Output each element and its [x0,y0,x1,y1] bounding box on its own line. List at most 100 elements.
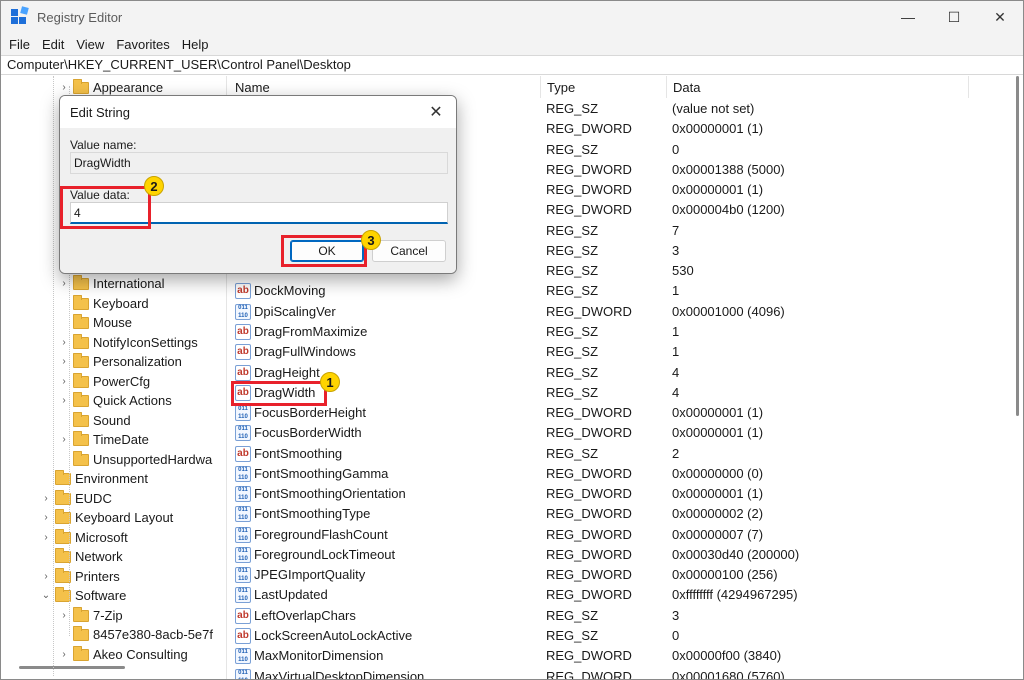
registry-value-row[interactable]: 011 110 MaxMonitorDimension REG_DWORD 0x0000… [229,646,1023,666]
tree-item[interactable]: › International [59,274,165,293]
window-controls: — ☐ ✕ [885,1,1023,33]
tree-item[interactable]: › EUDC [41,489,112,508]
chevron-right-icon[interactable]: › [59,278,69,289]
value-data: 0 [672,628,680,644]
value-type: REG_DWORD [546,648,632,664]
value-type: REG_SZ [546,445,599,461]
close-button[interactable]: ✕ [977,1,1023,33]
chevron-right-icon[interactable]: › [59,434,69,445]
dialog-close-button[interactable]: ✕ [416,96,456,128]
maximize-button[interactable]: ☐ [931,1,977,33]
chevron-right-icon[interactable]: › [41,532,51,543]
menu-edit[interactable]: Edit [38,37,68,52]
registry-value-row[interactable]: 011 110 LastUpdated REG_DWORD 0xffffffff (42… [229,585,1023,605]
chevron-right-icon[interactable]: › [41,493,51,504]
value-data: 0x00000000 (0) [672,465,764,481]
registry-editor-window: Registry Editor — ☐ ✕ File Edit View Fav… [0,0,1024,680]
tree-item[interactable]: › Akeo Consulting [59,645,188,664]
registry-value-row[interactable]: ab LockScreenAutoLockActive REG_SZ 0 [229,626,1023,646]
chevron-right-icon[interactable]: › [59,82,69,93]
menu-help[interactable]: Help [178,37,213,52]
value-data: 2 [672,445,680,461]
registry-value-row[interactable]: 011 110 ForegroundFlashCount REG_DWORD 0x000… [229,525,1023,545]
tree-item[interactable]: › NotifyIconSettings [59,333,198,352]
list-vertical-scrollbar[interactable] [1011,76,1023,679]
value-type: REG_DWORD [546,161,632,177]
menu-favorites[interactable]: Favorites [112,37,173,52]
chevron-right-icon[interactable]: › [59,649,69,660]
tree-item[interactable]: Environment [41,469,148,488]
menu-view[interactable]: View [72,37,108,52]
tree-item[interactable]: 8457e380-8acb-5e7f [59,625,213,644]
registry-value-row[interactable]: ab FontSmoothing REG_SZ 2 [229,444,1023,464]
registry-value-row[interactable]: ab LeftOverlapChars REG_SZ 3 [229,606,1023,626]
value-data: 0x00030d40 (200000) [672,546,800,562]
chevron-right-icon[interactable]: › [41,512,51,523]
tree-item[interactable]: › TimeDate [59,430,149,449]
value-type: REG_DWORD [546,303,632,319]
tree-item[interactable]: UnsupportedHardwa [59,450,212,469]
ok-button[interactable]: OK [290,240,364,262]
tree-item[interactable]: › Keyboard Layout [41,508,173,527]
window-title: Registry Editor [37,9,123,25]
registry-value-row[interactable]: ab DockMoving REG_SZ 1 [229,281,1023,301]
registry-value-row[interactable]: 011 110 FocusBorderWidth REG_DWORD 0x0000000… [229,423,1023,443]
value-data: 0x00000001 (1) [672,486,764,502]
tree-item[interactable]: › Personalization [59,352,182,371]
value-name: ForegroundFlashCount [254,526,388,542]
value-name-cell: 011 110 FontSmoothingGamma [235,464,535,484]
tree-item-label: UnsupportedHardwa [93,452,213,467]
registry-value-row[interactable]: 011 110 FontSmoothingGamma REG_DWORD 0x00000… [229,464,1023,484]
value-type: REG_SZ [546,344,599,360]
registry-value-row[interactable]: ab DragHeight REG_SZ 4 [229,363,1023,383]
chevron-down-icon[interactable]: ⌄ [41,590,51,601]
string-value-icon: ab [235,445,251,462]
value-type: REG_SZ [546,283,599,299]
chevron-right-icon[interactable]: › [59,395,69,406]
column-header-data[interactable]: Data [667,76,969,98]
chevron-right-icon[interactable]: › [59,337,69,348]
menu-file[interactable]: File [5,37,34,52]
binary-value-icon: 011110 [235,465,251,482]
value-name-cell: 011 110 FocusBorderWidth [235,423,535,443]
string-value-icon: ab [235,628,251,645]
registry-value-row[interactable]: 011 110 DpiScalingVer REG_DWORD 0x00001000 (… [229,302,1023,322]
column-header-type[interactable]: Type [541,76,667,98]
value-data: 3 [672,242,680,258]
value-type: REG_SZ [546,222,599,238]
chevron-right-icon[interactable]: › [59,356,69,367]
list-scroll-thumb[interactable] [1016,76,1019,416]
registry-value-row[interactable]: 011 110 FontSmoothingOrientation REG_DWORD 0… [229,484,1023,504]
tree-horizontal-scrollbar[interactable] [19,666,125,669]
registry-value-row[interactable]: ab DragFromMaximize REG_SZ 1 [229,322,1023,342]
chevron-right-icon[interactable]: › [59,376,69,387]
tree-item[interactable]: › Microsoft [41,528,128,547]
folder-icon [73,606,89,622]
chevron-right-icon[interactable]: › [41,571,51,582]
tree-item-label: Keyboard [93,296,149,311]
value-name: DragFromMaximize [254,323,368,339]
column-header-data-label: Data [673,79,701,95]
value-name-cell: ab LockScreenAutoLockActive [235,626,535,646]
registry-value-row[interactable]: 011 110 FocusBorderHeight REG_DWORD 0x000000… [229,403,1023,423]
value-data: 0x00001680 (5760) [672,668,785,680]
value-type: REG_DWORD [546,506,632,522]
registry-value-row[interactable]: 011 110 ForegroundLockTimeout REG_DWORD 0x00… [229,545,1023,565]
chevron-right-icon[interactable]: › [59,610,69,621]
value-data: (value not set) [672,101,755,116]
registry-value-row[interactable]: ab DragFullWindows REG_SZ 1 [229,342,1023,362]
registry-editor-app-icon [11,6,29,25]
tree-item[interactable]: › PowerCfg [59,372,150,391]
tree-item[interactable]: Keyboard [59,294,149,313]
cancel-button[interactable]: Cancel [372,240,446,262]
registry-value-row[interactable]: 011110MaxVirtualDesktopDimension REG_DWOR… [229,667,1023,680]
tree-item[interactable]: › Quick Actions [59,391,172,410]
minimize-button[interactable]: — [885,1,931,33]
tree-item-label: Network [75,549,123,564]
registry-value-row[interactable]: 011 110 FontSmoothingType REG_DWORD 0x000000… [229,504,1023,524]
value-data-input[interactable]: 4 [70,202,448,224]
folder-icon [73,274,89,290]
registry-value-row[interactable]: ab DragWidth REG_SZ 4 [229,383,1023,403]
address-bar[interactable]: Computer\HKEY_CURRENT_USER\Control Panel… [1,55,1023,75]
registry-value-row[interactable]: 011 110 JPEGImportQuality REG_DWORD 0x000001… [229,565,1023,585]
